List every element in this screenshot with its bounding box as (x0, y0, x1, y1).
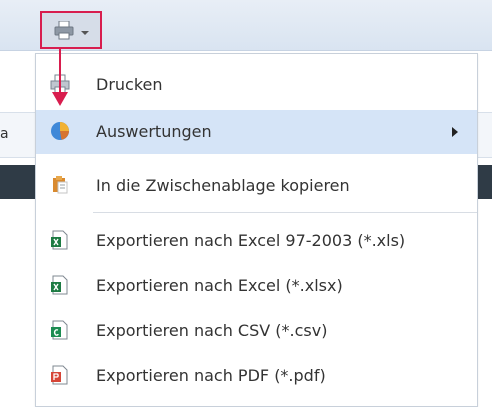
menu-item-copy-clipboard[interactable]: In die Zwischenablage kopieren (36, 164, 477, 208)
csv-file-icon (51, 320, 68, 340)
background-text: a (0, 126, 9, 142)
menu-item-export-pdf[interactable]: Exportieren nach PDF (*.pdf) (36, 354, 477, 398)
menu-item-export-xlsx[interactable]: Exportieren nach Excel (*.xlsx) (36, 264, 477, 308)
menu-item-label: Auswertungen (96, 122, 212, 141)
screen: a Drucken Auswertungen In die Zwischenab… (0, 0, 492, 407)
menu-separator (93, 212, 477, 213)
menu-item-label: Exportieren nach CSV (*.csv) (96, 321, 328, 340)
menu-item-evaluations[interactable]: Auswertungen (36, 110, 477, 154)
menu-item-print[interactable]: Drucken (36, 63, 477, 107)
submenu-arrow-icon (452, 127, 458, 137)
print-dropdown-button[interactable] (40, 11, 102, 49)
menu-item-export-xls[interactable]: Exportieren nach Excel 97-2003 (*.xls) (36, 219, 477, 263)
excel-file-icon (51, 230, 68, 250)
chevron-down-icon (81, 31, 89, 35)
excel-file-icon (51, 275, 68, 295)
menu-item-label: Exportieren nach Excel (*.xlsx) (96, 276, 343, 295)
pdf-file-icon (51, 365, 68, 385)
pie-chart-icon (51, 122, 69, 140)
export-menu: Drucken Auswertungen In die Zwischenabla… (35, 53, 478, 407)
clipboard-icon (53, 176, 68, 194)
menu-item-export-csv[interactable]: Exportieren nach CSV (*.csv) (36, 309, 477, 353)
menu-item-label: Drucken (96, 75, 163, 94)
menu-item-label: In die Zwischenablage kopieren (96, 176, 350, 195)
menu-item-label: Exportieren nach Excel 97-2003 (*.xls) (96, 231, 406, 250)
printer-icon (54, 21, 74, 40)
menu-item-label: Exportieren nach PDF (*.pdf) (96, 366, 326, 385)
printer-icon (50, 74, 70, 94)
